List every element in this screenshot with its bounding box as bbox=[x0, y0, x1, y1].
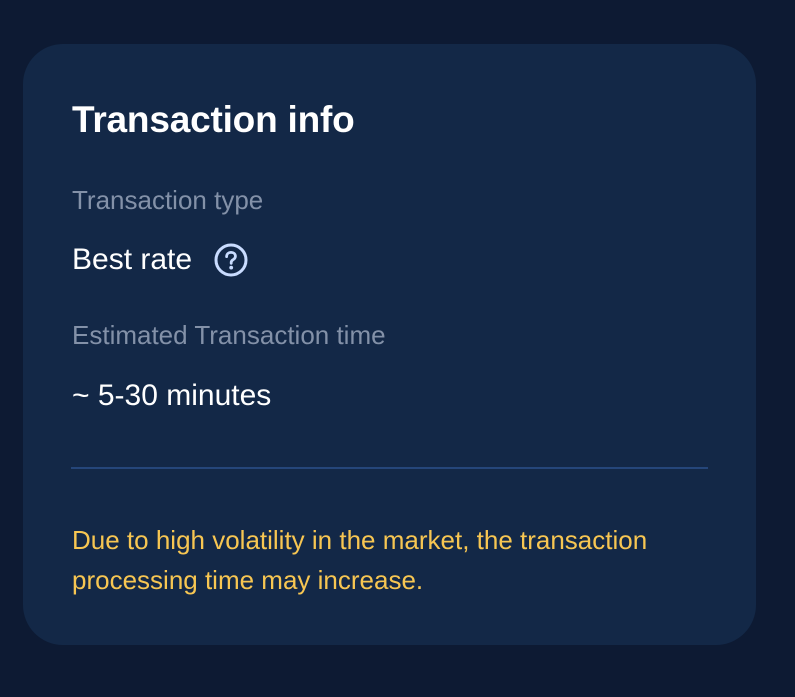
volatility-notice: Due to high volatility in the market, th… bbox=[72, 525, 648, 595]
divider bbox=[71, 467, 708, 469]
transaction-type-label: Transaction type bbox=[72, 185, 264, 215]
card-title: Transaction info bbox=[72, 99, 355, 140]
transaction-time-row: ~ 5-30 minutes bbox=[72, 376, 271, 416]
question-circle-icon[interactable] bbox=[214, 243, 248, 277]
transaction-type-row: Best rate bbox=[72, 240, 248, 280]
transaction-type-value: Best rate bbox=[72, 243, 193, 276]
transaction-time-label: Estimated Transaction time bbox=[72, 320, 386, 350]
transaction-time-value: ~ 5-30 minutes bbox=[72, 379, 272, 412]
transaction-info-card: Transaction info Transaction type Best r… bbox=[23, 44, 756, 645]
